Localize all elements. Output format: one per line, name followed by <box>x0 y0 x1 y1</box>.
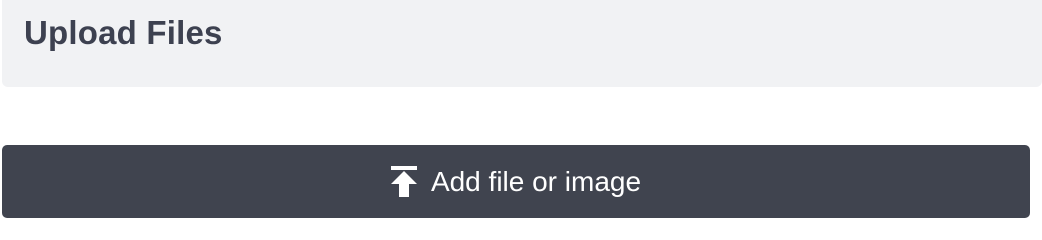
add-file-button-label: Add file or image <box>430 165 642 197</box>
upload-icon <box>390 165 417 198</box>
upload-panel-header: Upload Files <box>2 0 1042 87</box>
panel-title: Upload Files <box>24 14 223 51</box>
add-file-button[interactable]: Add file or image <box>2 145 1030 218</box>
